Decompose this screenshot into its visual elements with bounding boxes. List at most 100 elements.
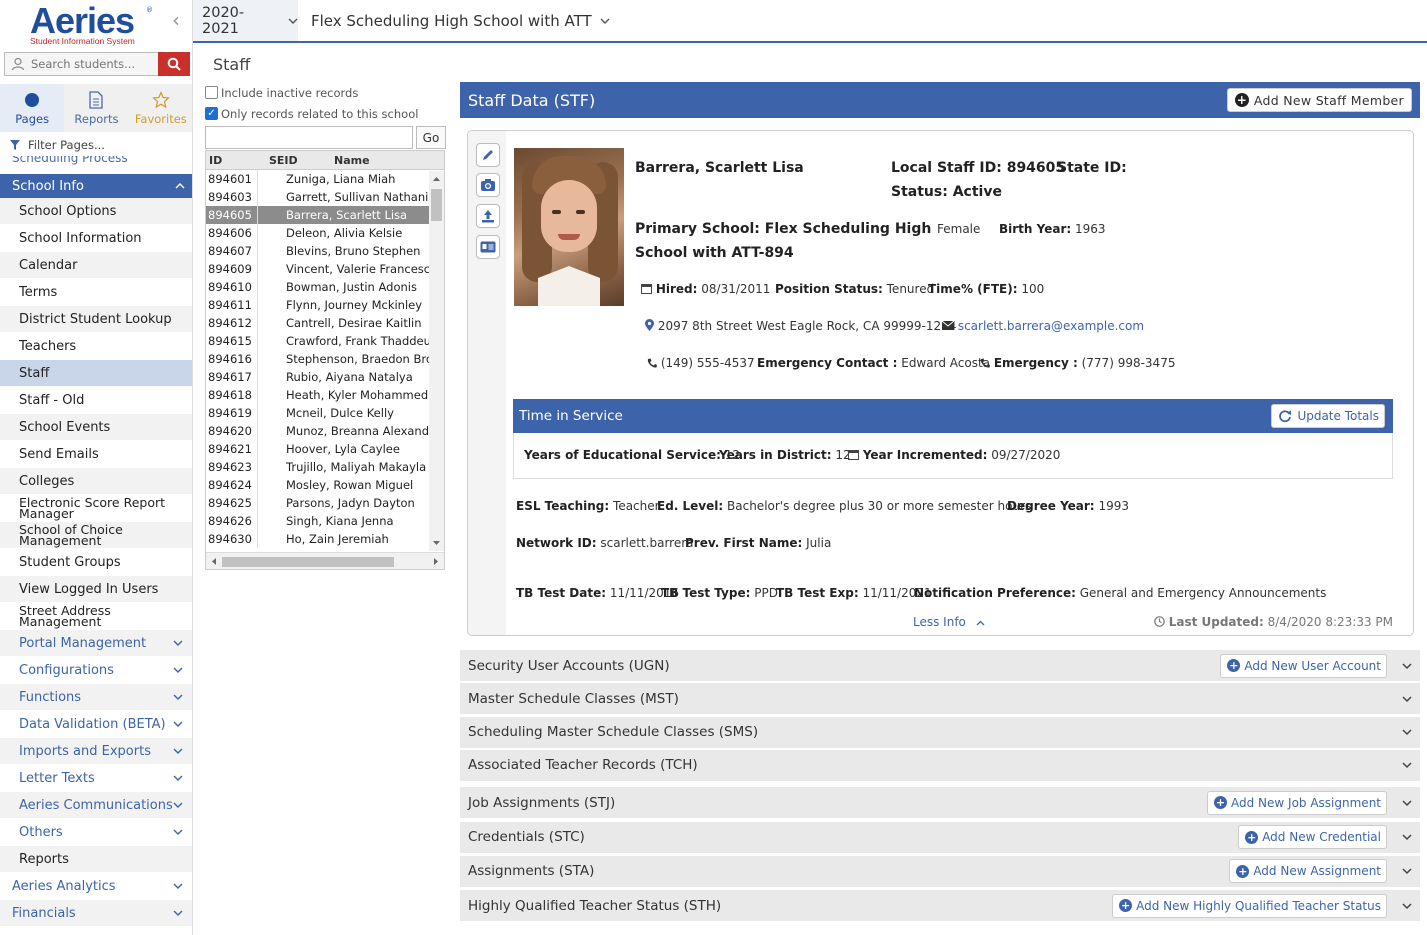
- menu-group-imports-and-exports[interactable]: Imports and Exports: [0, 738, 192, 765]
- menu-item-send-emails[interactable]: Send Emails: [0, 441, 192, 468]
- table-row[interactable]: 894625 Parsons, Jadyn Dayton: [206, 494, 430, 512]
- menu-group-portal-management[interactable]: Portal Management: [0, 630, 192, 657]
- table-row[interactable]: 894621 Hoover, Lyla Caylee: [206, 440, 430, 458]
- tab-pages[interactable]: Pages: [0, 84, 65, 132]
- only-related-checkbox[interactable]: ✓: [205, 107, 218, 120]
- section-assignments-sta[interactable]: Assignments (STA) + Add New Assignment: [460, 855, 1420, 889]
- menu-item-district-student-lookup[interactable]: District Student Lookup: [0, 306, 192, 333]
- menu-item-school-information[interactable]: School Information: [0, 225, 192, 252]
- include-inactive-checkbox[interactable]: [205, 86, 218, 99]
- table-row[interactable]: 894606 Deleon, Alivia Kelsie: [206, 224, 430, 242]
- table-row[interactable]: 894630 Ho, Zain Jeremiah: [206, 530, 430, 548]
- table-row[interactable]: 894616 Stephenson, Braedon Brody: [206, 350, 430, 368]
- aeries-logo[interactable]: Aeries ® Student Information System: [0, 0, 192, 50]
- chevron-down-icon[interactable]: [1401, 660, 1413, 672]
- grid-horizontal-scrollbar[interactable]: [206, 552, 444, 569]
- menu-group-data-validation-beta[interactable]: Data Validation (BETA): [0, 711, 192, 738]
- search-students-input[interactable]: [31, 55, 157, 73]
- section-highly-qualified-teacher-status-sth[interactable]: Highly Qualified Teacher Status (STH) + Ad…: [460, 890, 1420, 924]
- section-security-user-accounts-ugn[interactable]: Security User Accounts (UGN) + Add New Use…: [460, 650, 1420, 683]
- table-row[interactable]: 894611 Flynn, Journey Mckinley: [206, 296, 430, 314]
- menu-group-letter-texts[interactable]: Letter Texts: [0, 765, 192, 792]
- menu-item-scheduling-process[interactable]: Scheduling Process: [0, 156, 192, 172]
- table-row[interactable]: 894620 Munoz, Breanna Alexandra: [206, 422, 430, 440]
- menu-item-calendar[interactable]: Calendar: [0, 252, 192, 279]
- menu-item-electronic-score-report-manager[interactable]: Electronic Score Report Manager: [0, 495, 192, 522]
- collapse-sidebar-icon[interactable]: ‹: [172, 8, 180, 32]
- add-new-highly-qualified-teacher-status-button[interactable]: + Add New Highly Qualified Teacher Status: [1112, 893, 1387, 918]
- table-row[interactable]: 894610 Bowman, Justin Adonis: [206, 278, 430, 296]
- menu-item-school-options[interactable]: School Options: [0, 198, 192, 225]
- update-totals-button[interactable]: Update Totals: [1271, 404, 1385, 428]
- filter-pages[interactable]: Filter Pages...: [0, 134, 192, 156]
- add-new-user-account-button[interactable]: + Add New User Account: [1220, 653, 1387, 678]
- menu-group-functions[interactable]: Functions: [0, 684, 192, 711]
- menu-item-reports[interactable]: Reports: [0, 846, 192, 873]
- table-row[interactable]: 894624 Mosley, Rowan Miguel: [206, 476, 430, 494]
- menu-item-staff[interactable]: Staff: [0, 360, 192, 387]
- table-row[interactable]: 894618 Heath, Kyler Mohammed: [206, 386, 430, 404]
- include-inactive-option[interactable]: Include inactive records: [205, 82, 445, 103]
- table-row[interactable]: 894617 Rubio, Aiyana Natalya: [206, 368, 430, 386]
- table-row[interactable]: 894607 Blevins, Bruno Stephen: [206, 242, 430, 260]
- chevron-down-icon[interactable]: [1401, 726, 1413, 738]
- table-row[interactable]: 894609 Vincent, Valerie Francesca: [206, 260, 430, 278]
- school-select[interactable]: Flex Scheduling High School with ATT: [311, 0, 610, 41]
- table-row[interactable]: 894612 Cantrell, Desirae Kaitlin: [206, 314, 430, 332]
- add-new-assignment-button[interactable]: + Add New Assignment: [1229, 859, 1387, 884]
- menu-group-aeries-communications[interactable]: Aeries Communications: [0, 792, 192, 819]
- menu-item-colleges[interactable]: Colleges: [0, 468, 192, 495]
- chevron-down-icon[interactable]: [1401, 759, 1413, 771]
- horizontal-scroll-thumb[interactable]: [222, 557, 394, 567]
- menu-item-street-address-management[interactable]: Street Address Management: [0, 603, 192, 630]
- table-row[interactable]: 894603 Garrett, Sullivan Nathaniel: [206, 188, 430, 206]
- search-button[interactable]: [158, 52, 190, 76]
- section-master-schedule-classes-mst[interactable]: Master Schedule Classes (MST): [460, 683, 1420, 717]
- menu-item-student-groups[interactable]: Student Groups: [0, 549, 192, 576]
- add-new-credential-button[interactable]: + Add New Credential: [1238, 825, 1387, 849]
- school-year-select[interactable]: 2020-2021: [193, 0, 298, 41]
- photo-button[interactable]: [476, 173, 500, 197]
- menu-item-terms[interactable]: Terms: [0, 279, 192, 306]
- add-staff-member-button[interactable]: + Add New Staff Member: [1226, 88, 1412, 112]
- chevron-down-icon[interactable]: [1401, 865, 1413, 877]
- table-row[interactable]: 894601 Zuniga, Liana Miah: [206, 170, 430, 188]
- table-row[interactable]: 894619 Mcneil, Dulce Kelly: [206, 404, 430, 422]
- menu-section-school-info[interactable]: School Info: [0, 174, 192, 198]
- only-related-option[interactable]: ✓ Only records related to this school: [205, 103, 445, 124]
- upload-button[interactable]: [476, 204, 500, 228]
- menu-group-configurations[interactable]: Configurations: [0, 657, 192, 684]
- menu-section-aeries-analytics[interactable]: Aeries Analytics: [0, 873, 192, 900]
- table-row[interactable]: 894623 Trujillo, Maliyah Makayla: [206, 458, 430, 476]
- section-scheduling-master-schedule-classes-sms[interactable]: Scheduling Master Schedule Classes (SMS): [460, 716, 1420, 750]
- chevron-down-icon[interactable]: [1401, 797, 1413, 809]
- vertical-scroll-thumb[interactable]: [431, 189, 442, 221]
- edit-button[interactable]: [476, 143, 500, 167]
- email[interactable]: scarlett.barrera@example.com: [941, 319, 1144, 333]
- grid-vertical-scrollbar[interactable]: [429, 171, 444, 551]
- menu-item-school-of-choice-management[interactable]: School of Choice Management: [0, 522, 192, 549]
- menu-item-view-logged-in-users[interactable]: View Logged In Users: [0, 576, 192, 603]
- go-button[interactable]: Go: [416, 126, 446, 149]
- less-info-link[interactable]: Less Info: [913, 615, 985, 629]
- section-associated-teacher-records-tch[interactable]: Associated Teacher Records (TCH): [460, 749, 1420, 783]
- menu-section-financials[interactable]: Financials: [0, 900, 192, 927]
- table-row[interactable]: 894615 Crawford, Frank Thaddeus: [206, 332, 430, 350]
- menu-item-staff-old[interactable]: Staff - Old: [0, 387, 192, 414]
- chevron-down-icon[interactable]: [1401, 900, 1413, 912]
- menu-group-others[interactable]: Others: [0, 819, 192, 846]
- section-job-assignments-stj[interactable]: Job Assignments (STJ) + Add New Job Assign…: [460, 787, 1420, 821]
- staff-filter-input[interactable]: [205, 126, 413, 149]
- col-name-header[interactable]: Name: [334, 154, 370, 167]
- chevron-down-icon[interactable]: [1401, 693, 1413, 705]
- col-id-header[interactable]: ID: [206, 154, 269, 167]
- chevron-down-icon[interactable]: [1401, 831, 1413, 843]
- col-seid-header[interactable]: SEID: [269, 154, 334, 167]
- add-new-job-assignment-button[interactable]: + Add New Job Assignment: [1207, 790, 1387, 815]
- menu-item-teachers[interactable]: Teachers: [0, 333, 192, 360]
- menu-item-school-events[interactable]: School Events: [0, 414, 192, 441]
- tab-reports[interactable]: Reports: [64, 84, 128, 132]
- table-row[interactable]: 894605 Barrera, Scarlett Lisa: [206, 206, 430, 224]
- table-row[interactable]: 894626 Singh, Kiana Jenna: [206, 512, 430, 530]
- tab-favorites[interactable]: Favorites: [129, 84, 192, 132]
